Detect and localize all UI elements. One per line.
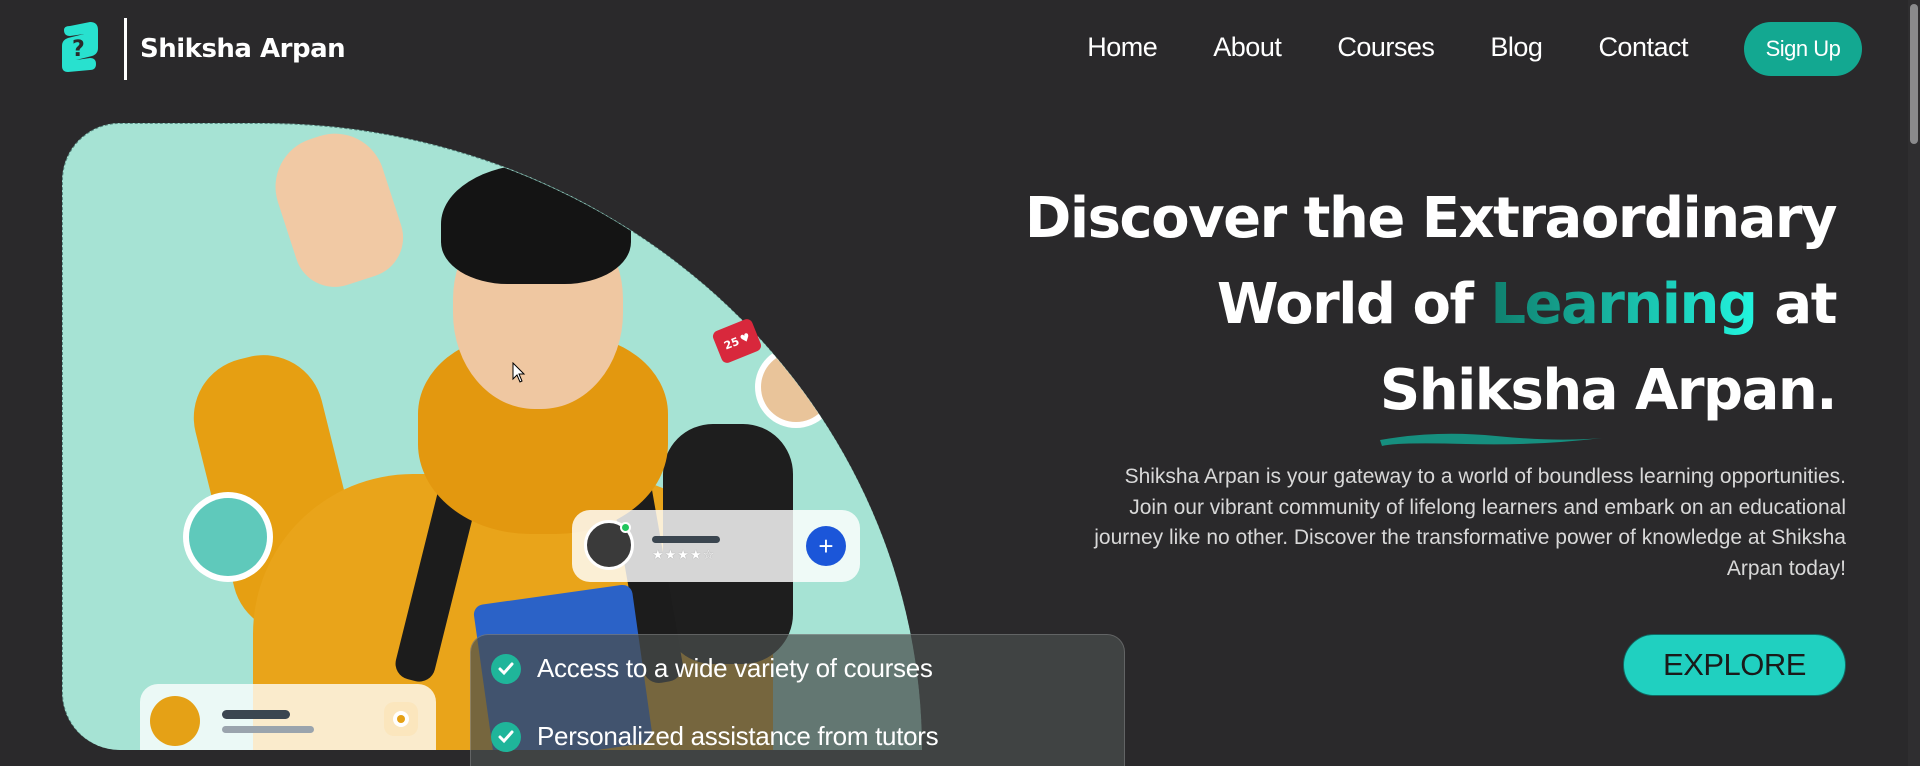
headline-accent: Learning	[1490, 272, 1758, 337]
logo-divider	[124, 18, 127, 80]
page-scrollbar[interactable]	[1908, 0, 1920, 766]
feature-item: Personalized assistance from tutors	[491, 721, 939, 752]
hero-headline: Discover the Extraordinary World of Lear…	[1024, 176, 1838, 446]
nav-courses[interactable]: Courses	[1337, 32, 1435, 63]
rating-card: ★★★★☆ +	[572, 510, 860, 582]
chat-bubble-icon[interactable]	[384, 702, 418, 736]
check-icon	[491, 653, 521, 684]
features-panel: Access to a wide variety of courses Pers…	[470, 634, 1125, 766]
explore-button[interactable]: EXPLORE	[1623, 634, 1846, 696]
student-hair	[441, 164, 631, 284]
nav-blog[interactable]: Blog	[1490, 32, 1543, 63]
waving-hand	[262, 124, 414, 298]
avatar-red-cap	[755, 346, 837, 428]
plus-icon: +	[818, 531, 834, 561]
avatar-curly	[183, 492, 273, 582]
star-rating: ★★★★☆	[652, 548, 716, 563]
nav-home[interactable]: Home	[1087, 32, 1158, 63]
headline-line-1: Discover the Extraordinary	[1024, 186, 1838, 251]
signup-button[interactable]: Sign Up	[1744, 22, 1862, 76]
main-nav: Home About Courses Blog Contact	[1087, 32, 1688, 63]
add-button[interactable]: +	[806, 526, 846, 566]
headline-line-2-pre: World of	[1216, 272, 1491, 337]
headline-underlined-word: Shiksha	[1379, 348, 1619, 446]
scrollbar-thumb[interactable]	[1910, 4, 1918, 144]
online-status-icon	[620, 522, 631, 533]
headline-line-3-rest: Arpan.	[1617, 358, 1837, 423]
site-header: ? Shiksha Arpan Home About Courses Blog …	[0, 0, 1920, 100]
nav-contact[interactable]: Contact	[1598, 32, 1688, 63]
feature-item: Access to a wide variety of courses	[491, 653, 933, 684]
rating-name-placeholder	[652, 536, 720, 543]
chat-message-placeholder	[222, 726, 314, 733]
chat-card	[140, 684, 436, 750]
like-count: 25	[721, 334, 742, 353]
headline-line-3-underlined: Shiksha	[1379, 358, 1619, 423]
chat-avatar	[150, 696, 200, 746]
headline-line-2-post: at	[1756, 272, 1837, 337]
feature-text: Access to a wide variety of courses	[537, 653, 933, 683]
brush-underline	[1379, 433, 1602, 446]
chat-name-placeholder	[222, 710, 290, 719]
logo-icon[interactable]: ?	[60, 22, 100, 72]
svg-text:?: ?	[72, 37, 85, 62]
feature-text: Personalized assistance from tutors	[537, 721, 939, 751]
mouse-cursor-icon	[512, 362, 526, 383]
check-icon	[491, 721, 521, 752]
brand-name[interactable]: Shiksha Arpan	[140, 34, 346, 64]
hero-description: Shiksha Arpan is your gateway to a world…	[1094, 465, 1846, 580]
nav-about[interactable]: About	[1213, 32, 1282, 63]
